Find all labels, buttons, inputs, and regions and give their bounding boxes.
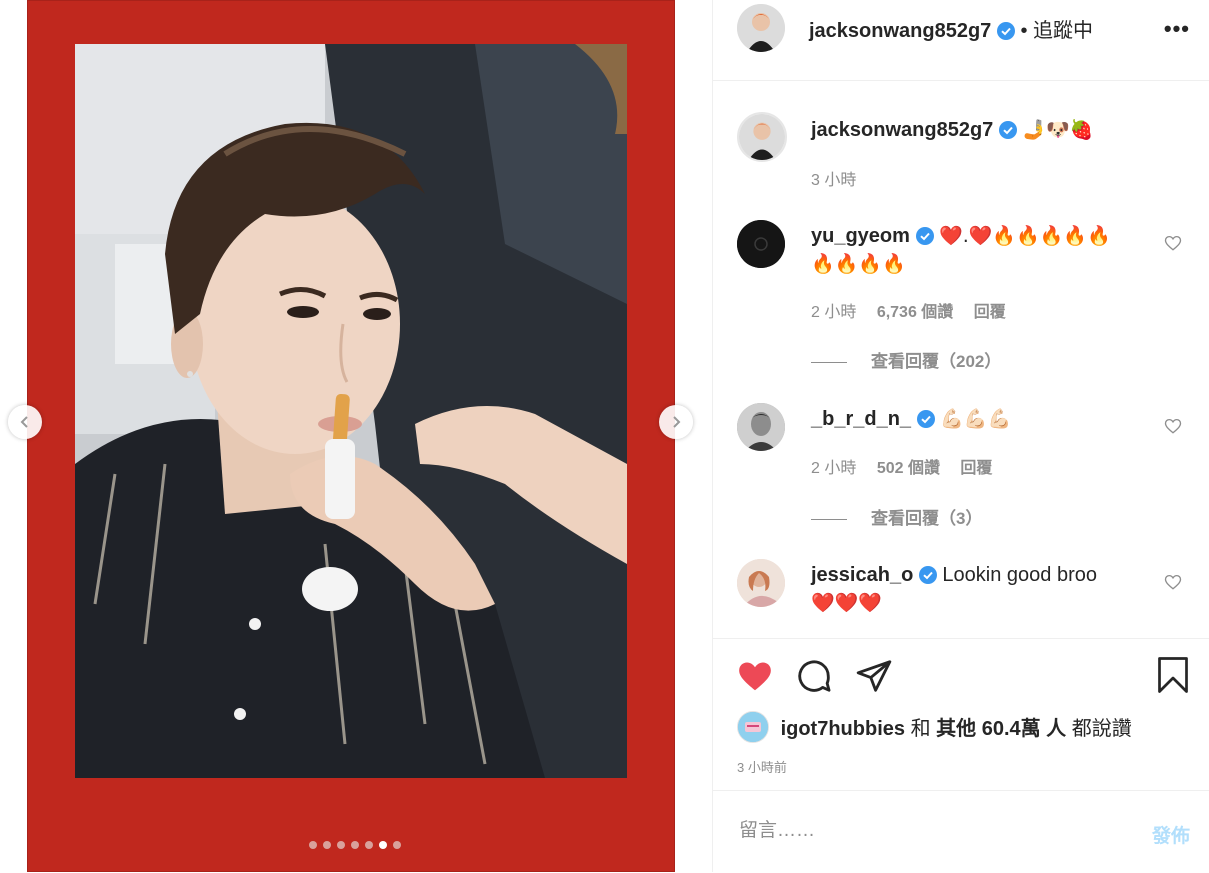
comment-text: jessicah_o Lookin good broo ❤️❤️❤️ <box>811 561 1141 617</box>
like-comment-heart-icon[interactable] <box>1164 417 1182 435</box>
replies-line <box>811 362 847 364</box>
view-replies-label: 查看回覆（3） <box>871 509 983 528</box>
carousel-dot <box>337 841 345 849</box>
carousel-dot <box>393 841 401 849</box>
view-replies-label: 查看回覆（202） <box>871 352 1002 371</box>
verified-badge-icon <box>918 566 937 584</box>
carousel-indicator <box>0 841 712 849</box>
view-replies-button[interactable]: 查看回覆（3） <box>811 504 982 529</box>
avatar-image <box>737 403 785 451</box>
avatar-image <box>737 4 785 52</box>
liker-avatar[interactable] <box>737 711 769 743</box>
liker-username[interactable]: igot7hubbies <box>781 718 905 740</box>
comment-meta: 2 小時 6,736 個讚 回覆 <box>811 298 1006 322</box>
post-actions: igot7hubbies 和 其他 60.4萬 人 都說讚 3 小時前 <box>713 638 1209 789</box>
caption-text: jacksonwang852g7 🤳🐶🍓 <box>811 116 1141 144</box>
view-replies-button[interactable]: 查看回覆（202） <box>811 347 1001 372</box>
commenter-avatar[interactable] <box>737 403 785 451</box>
caption-time: 3 小時 <box>811 172 857 189</box>
like-comment-heart-icon[interactable] <box>1164 573 1182 591</box>
post-time-ago: 3 小時前 <box>737 760 787 775</box>
post-side-panel: jacksonwang852g7 • 追蹤中 ••• jacksonwang85… <box>712 0 1209 872</box>
post-media <box>0 0 712 872</box>
next-photo-button[interactable] <box>659 405 693 439</box>
likes-and: 和 <box>910 718 931 740</box>
avatar-image <box>737 559 785 607</box>
carousel-dot <box>351 841 359 849</box>
author-avatar[interactable] <box>737 4 785 52</box>
header-name-row: jacksonwang852g7 • 追蹤中 <box>809 14 1093 43</box>
avatar-image <box>739 114 785 160</box>
verified-badge-icon <box>996 22 1015 40</box>
caption-author-avatar[interactable] <box>737 112 787 162</box>
comment-body: ❤️.❤️🔥🔥🔥🔥🔥 <box>939 225 1111 247</box>
likes-others[interactable]: 其他 60.4萬 人 <box>936 718 1066 740</box>
comment-body: 💪🏻💪🏻💪🏻 <box>940 408 1012 430</box>
previous-photo-button[interactable] <box>8 405 42 439</box>
comment-time: 2 小時 <box>811 460 857 477</box>
verified-badge-icon <box>915 227 934 245</box>
commenter-username[interactable]: yu_gyeom <box>811 225 910 247</box>
reply-button[interactable]: 回覆 <box>974 304 1006 321</box>
like-heart-icon[interactable] <box>735 657 775 695</box>
photo-illustration <box>75 44 627 778</box>
share-icon[interactable] <box>855 657 893 695</box>
carousel-dot <box>365 841 373 849</box>
comment-input[interactable] <box>737 819 1121 843</box>
chevron-left-icon <box>20 416 28 428</box>
post-comment-button[interactable]: 發佈 <box>1152 821 1190 848</box>
carousel-dot <box>323 841 331 849</box>
likes-summary: igot7hubbies 和 其他 60.4萬 人 都說讚 <box>737 711 1132 743</box>
commenter-username[interactable]: _b_r_d_n_ <box>811 408 911 430</box>
comment-text: yu_gyeom ❤️.❤️🔥🔥🔥🔥🔥 🔥🔥🔥🔥 <box>811 222 1141 278</box>
reply-button[interactable]: 回覆 <box>960 460 992 477</box>
chevron-right-icon <box>673 416 681 428</box>
more-options-button[interactable]: ••• <box>1164 16 1190 42</box>
avatar-image <box>738 712 768 742</box>
comment-likes[interactable]: 502 個讚 <box>877 460 940 477</box>
carousel-dot <box>309 841 317 849</box>
caption-username[interactable]: jacksonwang852g7 <box>811 119 993 141</box>
like-comment-heart-icon[interactable] <box>1164 234 1182 252</box>
verified-badge-icon <box>998 121 1017 139</box>
comment-meta: 2 小時 502 個讚 回覆 <box>811 454 992 478</box>
avatar-image <box>737 220 785 268</box>
likes-suffix: 都說讚 <box>1071 718 1132 740</box>
comment-text: _b_r_d_n_ 💪🏻💪🏻💪🏻 <box>811 405 1141 433</box>
bookmark-icon[interactable] <box>1155 655 1191 695</box>
replies-line <box>811 519 847 521</box>
carousel-dot <box>379 841 387 849</box>
comment-time: 2 小時 <box>811 304 857 321</box>
header-separator: • <box>1020 20 1028 42</box>
commenter-avatar[interactable] <box>737 220 785 268</box>
comment-body-continued: 🔥🔥🔥🔥 <box>811 253 906 275</box>
comment-body-continued: ❤️❤️❤️ <box>811 592 882 614</box>
add-comment-section: 發佈 <box>713 790 1209 873</box>
follow-status-button[interactable]: 追蹤中 <box>1033 20 1093 42</box>
comment-likes[interactable]: 6,736 個讚 <box>877 304 954 321</box>
verified-badge-icon <box>916 410 935 428</box>
post-photo[interactable] <box>75 44 627 778</box>
author-username[interactable]: jacksonwang852g7 <box>809 20 991 42</box>
comment-body: Lookin good broo <box>942 564 1097 586</box>
comment-icon[interactable] <box>795 657 833 695</box>
caption-emojis: 🤳🐶🍓 <box>1022 119 1094 141</box>
post-header: jacksonwang852g7 • 追蹤中 ••• <box>713 0 1209 81</box>
commenter-username[interactable]: jessicah_o <box>811 564 913 586</box>
commenter-avatar[interactable] <box>737 559 785 607</box>
